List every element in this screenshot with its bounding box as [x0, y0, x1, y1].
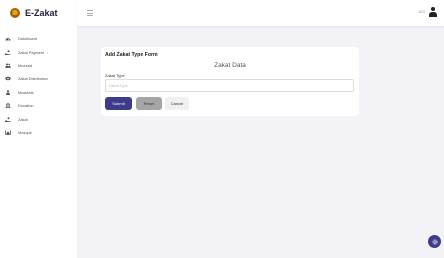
sidebar-item-muzzaki[interactable]: Muzzaki — [0, 59, 77, 72]
sidebar-item-zakat-distribution[interactable]: Zakat Distribution — [0, 72, 77, 85]
dashboard-icon — [5, 36, 11, 41]
brand-name: E-Zakat — [25, 8, 58, 18]
reset-button[interactable]: Reset — [136, 97, 162, 110]
zakat-type-form-card: Add Zakat Type Form Zakat Data Zakat Typ… — [101, 47, 359, 116]
user-icon — [5, 90, 11, 95]
user-name[interactable]: ADi — [419, 9, 425, 14]
brand-logo-icon — [10, 8, 20, 18]
sidebar-item-label: Muzzaki — [18, 62, 33, 68]
form-subtitle: Zakat Data — [214, 62, 246, 69]
sidebar-item-label: Zakat — [18, 116, 28, 122]
sidebar-item-dashboard[interactable]: Dashboard — [0, 32, 77, 45]
sidebar: E-Zakat Dashboard Zakat Payment › Muzzak… — [0, 0, 77, 258]
sidebar-item-label: Mustahik — [18, 89, 34, 95]
bank-icon — [5, 103, 11, 109]
sidebar-item-mustahik[interactable]: Mustahik — [0, 86, 77, 99]
zakat-type-label: Zakat Type — [105, 73, 125, 78]
sidebar-item-zakat-payment[interactable]: Zakat Payment › — [0, 45, 77, 58]
sidebar-item-label: Mosque — [18, 129, 32, 135]
sidebar-item-zakat[interactable]: Zakat — [0, 112, 77, 125]
sidebar-item-mosque[interactable]: Mosque — [0, 126, 77, 139]
menu-toggle-icon[interactable] — [87, 10, 93, 16]
submit-button[interactable]: Submit — [105, 97, 132, 110]
user-avatar-icon[interactable] — [429, 7, 437, 17]
sidebar-item-label: Dashboard — [18, 36, 38, 42]
eye-icon — [5, 76, 11, 81]
zakat-type-input[interactable] — [105, 79, 354, 92]
sidebar-nav: Dashboard Zakat Payment › Muzzaki Zakat … — [0, 32, 77, 139]
users-icon — [5, 63, 11, 68]
hand-coin-icon — [5, 116, 11, 122]
gear-icon — [432, 239, 437, 244]
chevron-right-icon: › — [47, 49, 49, 55]
sidebar-item-donation[interactable]: Donation — [0, 99, 77, 112]
sidebar-item-label: Donation — [18, 103, 34, 109]
settings-fab[interactable] — [428, 235, 441, 248]
brand[interactable]: E-Zakat — [0, 0, 77, 26]
cancel-button[interactable]: Cancel — [165, 97, 189, 110]
sidebar-item-label: Zakat Payment — [18, 49, 45, 55]
sidebar-item-label: Zakat Distribution — [18, 76, 49, 82]
topbar: ADi — [77, 0, 444, 26]
form-title: Add Zakat Type Form — [105, 52, 158, 58]
mosque-icon — [5, 130, 11, 135]
hand-coin-icon — [5, 49, 11, 55]
